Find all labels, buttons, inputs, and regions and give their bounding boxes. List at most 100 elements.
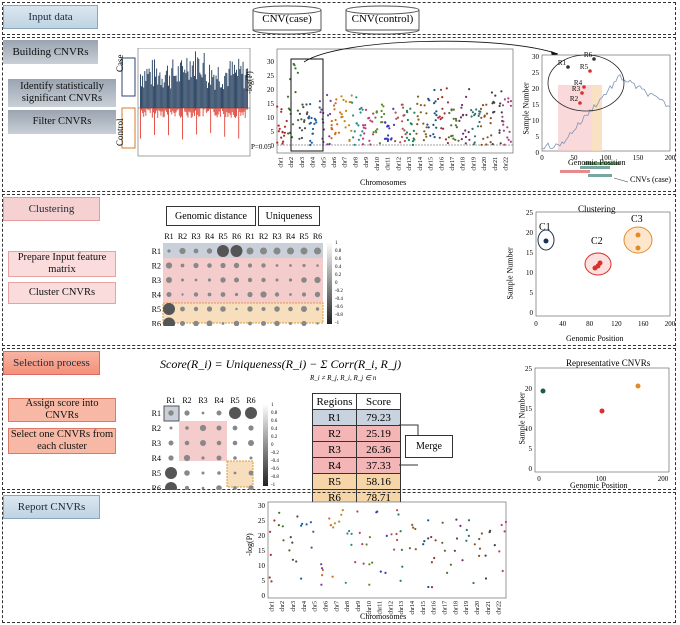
rep-ytick: 0 xyxy=(529,465,533,473)
manhattan-point xyxy=(394,140,397,143)
report-point xyxy=(455,518,458,521)
control-bar xyxy=(178,108,180,116)
sm-col-label: R5 xyxy=(230,396,239,405)
fm-dot xyxy=(300,247,308,255)
control-bar xyxy=(239,108,241,112)
fm-dot xyxy=(166,277,172,283)
report-point xyxy=(384,571,387,574)
control-bar xyxy=(195,108,196,111)
fm-dot xyxy=(221,322,225,325)
manhattan-point xyxy=(501,115,504,118)
manhattan-point xyxy=(502,120,505,123)
manhattan-xtick: chr15 xyxy=(429,157,435,171)
region-xtick: 200 xyxy=(665,154,676,162)
manhattan-xtick: chr4 xyxy=(311,157,317,168)
case-bar xyxy=(173,75,175,108)
manhattan-point xyxy=(401,127,404,130)
case-bar xyxy=(209,64,211,108)
manhattan-point xyxy=(486,136,489,139)
manhattan-point xyxy=(364,124,367,127)
report-point xyxy=(338,520,341,523)
case-bar xyxy=(163,82,165,108)
sm-dot xyxy=(249,456,253,460)
case-bar xyxy=(174,75,176,108)
fm-dot xyxy=(247,263,253,268)
report-point xyxy=(362,562,365,565)
rep-ytick: 25 xyxy=(525,365,533,373)
report-point xyxy=(504,520,507,524)
manhattan-point xyxy=(282,140,285,143)
manhattan-point xyxy=(362,124,365,127)
manhattan-point xyxy=(311,132,314,135)
manhattan-point xyxy=(399,141,402,144)
manhattan-point xyxy=(416,102,419,105)
report-xtick: chr20 xyxy=(475,601,481,615)
report-point xyxy=(441,521,444,524)
manhattan-xtick: chr5 xyxy=(321,157,327,168)
case-bar xyxy=(218,81,220,108)
control-bar xyxy=(174,108,176,117)
report-xtick: chr16 xyxy=(432,601,438,615)
manhattan-point xyxy=(383,112,386,116)
control-bar xyxy=(167,108,168,115)
sm-dot xyxy=(201,471,205,475)
control-bar xyxy=(217,108,219,115)
report-point xyxy=(480,532,483,535)
case-bar xyxy=(226,73,228,108)
cl-xtick: 160 xyxy=(638,320,649,328)
manhattan-point xyxy=(400,103,403,106)
manhattan-point xyxy=(374,116,377,119)
report-point xyxy=(488,531,491,534)
case-bar xyxy=(146,68,148,108)
manhattan-xtick: chr8 xyxy=(354,157,360,168)
threshold-label: P=0.05 xyxy=(251,143,272,151)
report-ylabel: -log(P) xyxy=(244,533,254,556)
manhattan-point xyxy=(509,104,512,107)
report-point xyxy=(427,537,430,540)
control-bar xyxy=(241,108,243,113)
manhattan-point xyxy=(499,142,502,145)
report-point xyxy=(295,560,298,563)
case-bar xyxy=(228,68,230,108)
clustering-ylabel: Sample Number xyxy=(505,247,515,300)
manhattan-point xyxy=(334,118,337,122)
report-ytick: 10 xyxy=(258,562,266,570)
sm-dot xyxy=(248,425,254,431)
manhattan-point xyxy=(417,118,420,121)
manhattan-point xyxy=(281,130,284,133)
sm-row-label: R5 xyxy=(152,469,161,478)
cnvs-case-label: CNVs (case) xyxy=(630,175,672,184)
manhattan-point xyxy=(439,118,442,121)
manhattan-point xyxy=(406,118,409,122)
rep-title: Representative CNVRs xyxy=(566,358,651,368)
manhattan-point xyxy=(361,130,364,133)
manhattan-point xyxy=(350,129,353,132)
sm-row-label: R3 xyxy=(152,439,161,448)
region-point-label: R6 xyxy=(584,51,593,59)
manhattan-point xyxy=(330,137,333,140)
control-bar xyxy=(176,108,178,111)
manhattan-point xyxy=(503,143,506,146)
report-point xyxy=(472,581,475,585)
manhattan-ylabel: -log(P) xyxy=(244,71,254,94)
manhattan-point xyxy=(336,123,339,126)
report-point xyxy=(273,519,276,522)
control-bar xyxy=(173,108,175,113)
region-ytick: 5 xyxy=(536,133,540,141)
manhattan-point xyxy=(348,124,351,127)
control-bar xyxy=(141,108,142,111)
report-point xyxy=(401,565,404,568)
fm-colorbar-tick: 0.4 xyxy=(335,265,342,270)
manhattan-point xyxy=(350,94,353,97)
manhattan-point xyxy=(464,129,467,132)
case-bar xyxy=(219,87,221,108)
representative-plot: 2520151050 0 100 200 xyxy=(525,365,670,483)
report-point xyxy=(356,510,359,513)
cl-xtick: 200 xyxy=(665,320,676,328)
sm-dot xyxy=(165,467,177,479)
report-point xyxy=(385,534,388,537)
sm-dot xyxy=(232,440,238,446)
manhattan-xtick: chr1 xyxy=(278,157,284,168)
report-point xyxy=(358,531,361,534)
sm-dot xyxy=(229,407,241,419)
